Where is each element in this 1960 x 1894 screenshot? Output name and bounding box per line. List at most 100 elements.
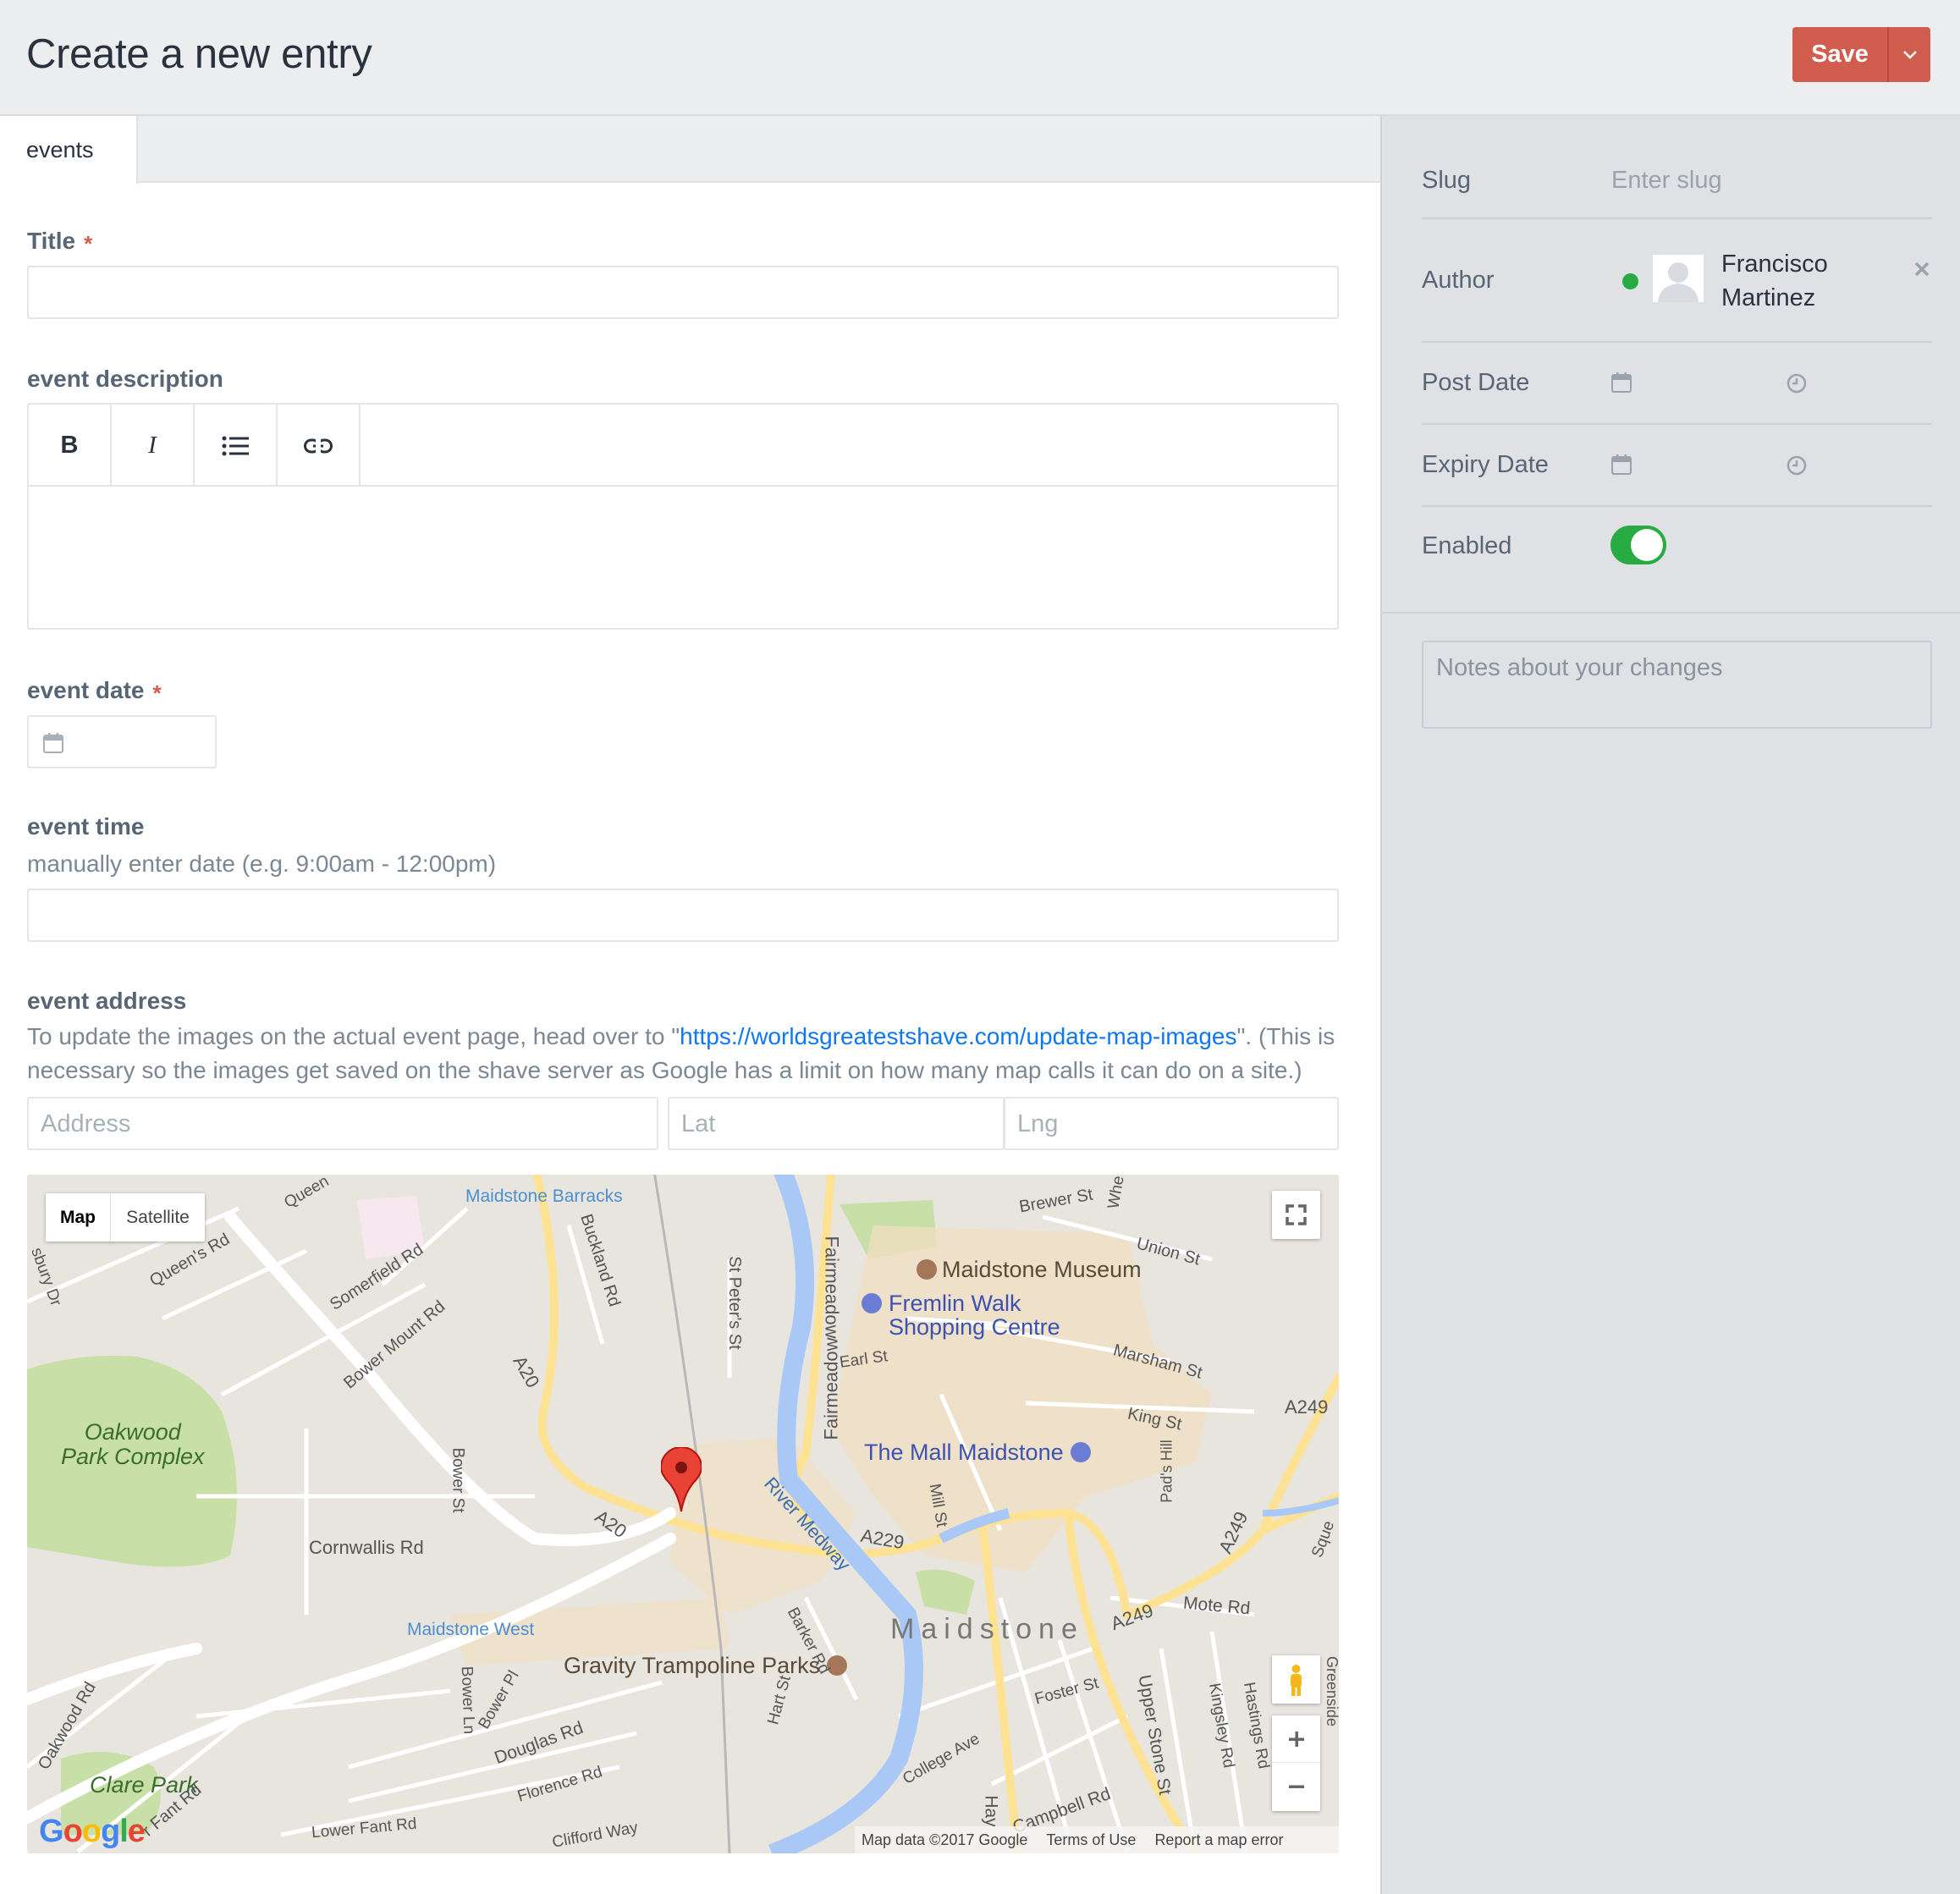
slug-row: Slug Enter slug xyxy=(1422,154,1932,219)
enabled-toggle[interactable] xyxy=(1610,526,1666,564)
address-instructions: To update the images on the actual event… xyxy=(27,1020,1347,1087)
report-map-error-link[interactable]: Report a map error xyxy=(1154,1831,1283,1849)
instructions-text: To update the images on the actual event… xyxy=(27,1023,680,1049)
lng-input[interactable]: Lng xyxy=(1004,1097,1339,1150)
bold-button[interactable]: B xyxy=(29,405,112,487)
link-button[interactable] xyxy=(278,405,361,487)
map-street-label: Bower Ln xyxy=(457,1666,478,1735)
expiry-time-input[interactable] xyxy=(1786,443,1930,487)
title-label-text: Title xyxy=(27,228,76,254)
avatar xyxy=(1653,255,1704,302)
chevron-down-icon xyxy=(1902,50,1917,59)
minus-icon xyxy=(1288,1785,1304,1788)
title-label: Title * xyxy=(27,228,93,256)
slug-label: Slug xyxy=(1422,167,1472,194)
map[interactable]: Map Satellite Maidstone Barracks Maidsto… xyxy=(27,1175,1339,1853)
mall-label: The Mall Maidstone xyxy=(864,1440,1064,1465)
post-time-input[interactable] xyxy=(1786,361,1930,405)
user-avatar-icon xyxy=(1653,255,1704,302)
update-map-images-link[interactable]: https://worldsgreatestshave.com/update-m… xyxy=(680,1023,1236,1049)
author-last-name: Martinez xyxy=(1721,284,1816,311)
author-label: Author xyxy=(1422,267,1495,294)
address-input[interactable]: Address xyxy=(27,1097,658,1150)
author-name: Francisco Martinez xyxy=(1721,247,1828,315)
status-online-icon xyxy=(1622,273,1638,289)
author-first-name: Francisco xyxy=(1721,251,1828,278)
entry-meta-sidebar: Slug Enter slug Author Francisco Martine… xyxy=(1380,116,1960,1894)
save-options-button[interactable] xyxy=(1887,27,1930,82)
map-street-label: Fairmeadow xyxy=(820,1337,842,1440)
post-date-label: Post Date xyxy=(1422,369,1530,396)
map-poi-mall: The Mall Maidstone xyxy=(864,1440,1091,1466)
museum-label: Maidstone Museum xyxy=(942,1257,1142,1282)
oakwood-label-1: Oakwood xyxy=(84,1419,181,1445)
list-icon xyxy=(222,436,249,455)
list-button[interactable] xyxy=(195,405,278,487)
fullscreen-icon xyxy=(1286,1204,1307,1225)
google-logo: Google xyxy=(39,1814,146,1849)
map-marker-icon[interactable] xyxy=(661,1447,702,1513)
map-poi-fremlin: Fremlin Walk Shopping Centre xyxy=(862,1291,1060,1339)
zoom-control xyxy=(1272,1715,1320,1811)
expiry-date-input[interactable] xyxy=(1610,443,1771,487)
map-street-label: Hay xyxy=(981,1795,1001,1827)
map-type-satellite-button[interactable]: Satellite xyxy=(111,1193,205,1242)
map-tiles xyxy=(27,1175,1339,1853)
editor-body[interactable] xyxy=(29,488,1337,628)
title-input[interactable] xyxy=(27,266,1339,319)
slug-placeholder: Enter slug xyxy=(1611,167,1722,194)
lat-input[interactable]: Lat xyxy=(668,1097,1005,1150)
pegman-icon xyxy=(1291,1665,1302,1696)
slug-input[interactable]: Enter slug xyxy=(1610,156,1932,203)
map-poi-museum: Maidstone Museum xyxy=(917,1257,1142,1283)
map-label: Maidstone Barracks xyxy=(465,1187,623,1206)
date-input[interactable] xyxy=(27,715,217,768)
fremlin-label-1: Fremlin Walk xyxy=(889,1291,1021,1316)
calendar-icon xyxy=(1611,454,1632,475)
map-type-control: Map Satellite xyxy=(46,1193,205,1242)
map-type-map-button[interactable]: Map xyxy=(46,1193,111,1242)
lat-placeholder: Lat xyxy=(681,1110,716,1137)
post-date-row: Post Date xyxy=(1422,343,1932,425)
clock-icon xyxy=(1787,373,1807,394)
italic-button[interactable]: I xyxy=(112,405,195,487)
terms-of-use-link[interactable]: Terms of Use xyxy=(1046,1831,1136,1849)
fullscreen-button[interactable] xyxy=(1272,1191,1320,1239)
remove-author-icon[interactable] xyxy=(1914,262,1930,277)
save-button[interactable]: Save xyxy=(1792,27,1887,82)
oakwood-label-2: Park Complex xyxy=(61,1444,205,1469)
plus-icon xyxy=(1288,1731,1304,1747)
time-instructions: manually enter date (e.g. 9:00am - 12:00… xyxy=(27,851,497,877)
map-label: Maidstone West xyxy=(407,1620,535,1639)
calendar-icon xyxy=(1611,372,1632,393)
time-input[interactable] xyxy=(27,889,1339,942)
map-street-label: Cornwallis Rd xyxy=(309,1537,424,1558)
shopping-icon xyxy=(862,1293,882,1313)
map-data-attribution: Map data ©2017 Google xyxy=(862,1831,1028,1848)
map-poi-oakwood: Oakwood Park Complex xyxy=(61,1420,205,1469)
description-editor: B I xyxy=(27,403,1339,630)
zoom-out-button[interactable] xyxy=(1272,1763,1320,1810)
street-view-pegman[interactable] xyxy=(1272,1655,1320,1704)
map-street-label: Fairmeadow xyxy=(821,1236,843,1339)
calendar-icon xyxy=(43,733,63,753)
time-label: event time xyxy=(27,813,145,840)
museum-icon xyxy=(917,1259,937,1280)
required-mark: * xyxy=(84,231,93,256)
tab-events[interactable]: events xyxy=(0,116,138,184)
notes-textarea[interactable]: Notes about your changes xyxy=(1422,641,1932,729)
clock-icon xyxy=(1787,455,1807,476)
notes-placeholder: Notes about your changes xyxy=(1436,654,1723,681)
shopping-icon xyxy=(1070,1442,1091,1462)
zoom-in-button[interactable] xyxy=(1272,1715,1320,1763)
page-title: Create a new entry xyxy=(26,31,372,77)
tab-label: events xyxy=(26,136,94,162)
map-label-town: Maidstone xyxy=(890,1613,1084,1645)
date-label: event date * xyxy=(27,677,162,706)
lng-placeholder: Lng xyxy=(1017,1110,1059,1137)
expiry-date-row: Expiry Date xyxy=(1422,425,1932,507)
post-date-input[interactable] xyxy=(1610,361,1771,405)
required-mark: * xyxy=(152,680,162,706)
editor-toolbar: B I xyxy=(29,405,1337,487)
toggle-knob xyxy=(1631,529,1663,561)
